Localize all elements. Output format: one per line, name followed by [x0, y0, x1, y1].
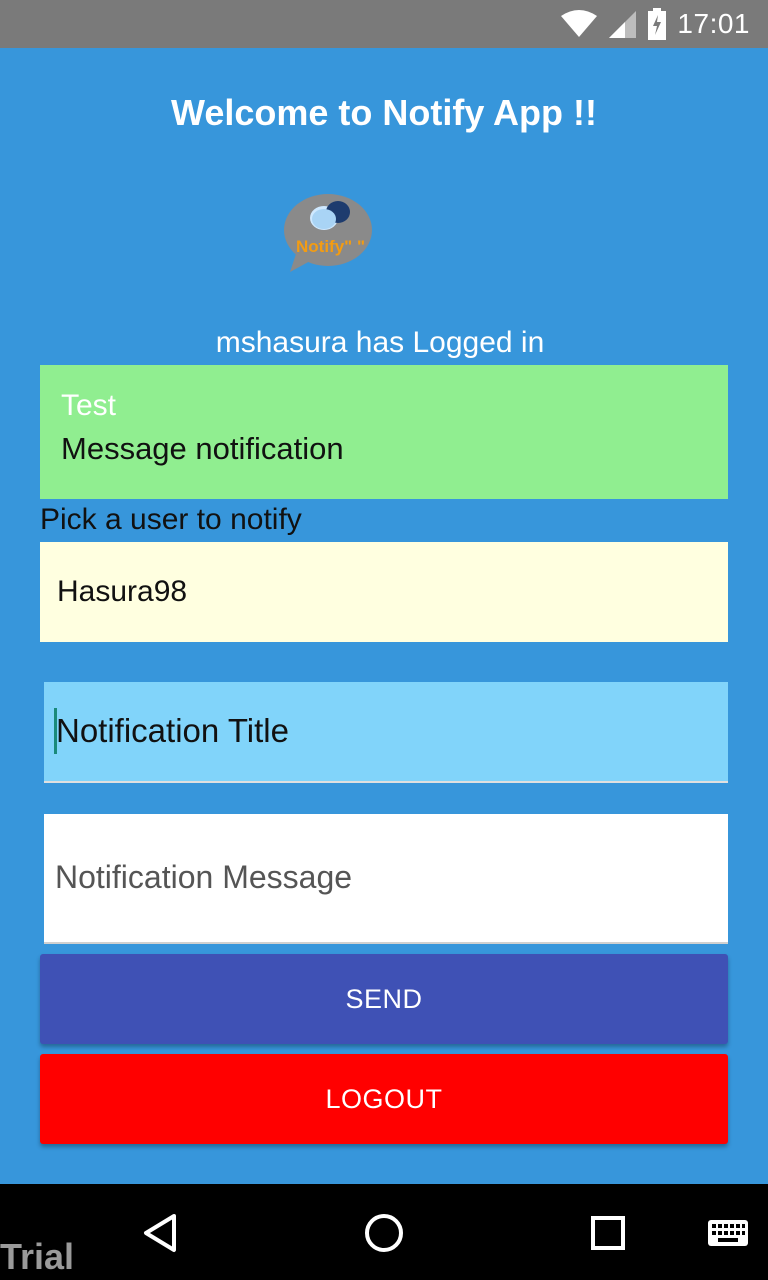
- keyboard-icon[interactable]: [704, 1208, 752, 1258]
- notification-card: Test Message notification: [40, 365, 728, 499]
- back-icon[interactable]: [136, 1208, 186, 1258]
- battery-icon: [648, 8, 667, 40]
- notification-title-value: Notification Title: [56, 712, 289, 749]
- notification-message-placeholder: Notification Message: [55, 859, 353, 895]
- notification-title: Test: [61, 389, 117, 422]
- user-picker[interactable]: Hasura98: [40, 542, 728, 642]
- signal-icon: [609, 11, 637, 38]
- logo-text: Notify" ": [296, 237, 365, 256]
- navigation-bar: [0, 1184, 768, 1280]
- status-bar: 17:01: [0, 0, 768, 48]
- selected-user: Hasura98: [57, 575, 188, 608]
- notify-logo: Notify" ": [284, 194, 372, 272]
- page-title: Welcome to Notify App !!: [171, 92, 597, 133]
- wifi-icon: [561, 10, 598, 37]
- logout-button[interactable]: LOGOUT: [40, 1054, 728, 1144]
- send-button[interactable]: SEND: [40, 954, 728, 1044]
- trial-watermark: Trial: [0, 1236, 75, 1277]
- status-icons: 17:01: [561, 0, 750, 48]
- recents-icon[interactable]: [583, 1208, 633, 1258]
- home-icon[interactable]: [359, 1208, 409, 1258]
- notification-message-input[interactable]: Notification Message: [44, 814, 728, 944]
- status-time: 17:01: [677, 8, 750, 39]
- notification-title-input[interactable]: Notification Title: [44, 682, 728, 783]
- notification-message: Message notification: [61, 431, 344, 466]
- logged-in-status: mshasura has Logged in: [215, 326, 545, 359]
- pick-user-label: Pick a user to notify: [40, 503, 302, 536]
